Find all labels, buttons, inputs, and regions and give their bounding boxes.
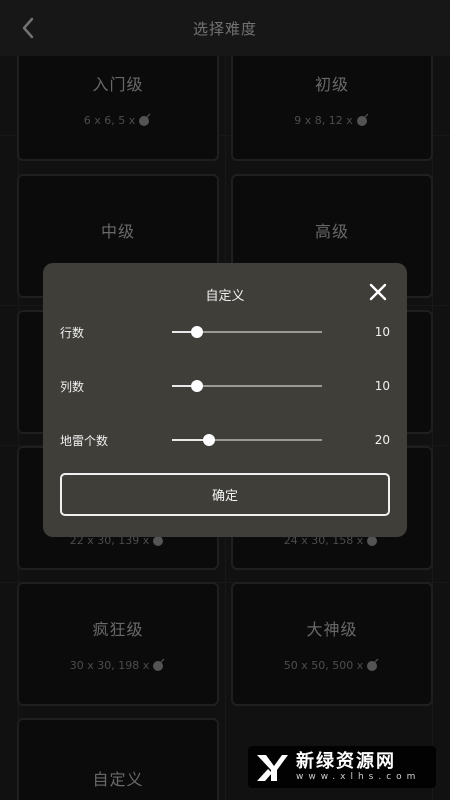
close-icon	[369, 283, 387, 301]
custom-dialog: 自定义 行数 10 列数 10 地雷个数 20 确定	[43, 263, 407, 537]
watermark-logo-icon	[257, 755, 288, 781]
mines-slider[interactable]	[172, 428, 322, 452]
rows-value: 10	[374, 325, 390, 339]
mines-value: 20	[374, 433, 390, 447]
columns-slider[interactable]	[172, 374, 322, 398]
rows-label: 行数	[60, 325, 85, 340]
close-button[interactable]	[367, 281, 389, 303]
watermark: 新绿资源网 www.xlhs.com	[248, 746, 436, 788]
columns-value: 10	[374, 379, 390, 393]
columns-label: 列数	[60, 379, 85, 394]
confirm-button[interactable]: 确定	[60, 473, 390, 516]
rows-setting: 行数 10	[60, 320, 390, 344]
columns-setting: 列数 10	[60, 374, 390, 398]
mines-label: 地雷个数	[60, 433, 109, 448]
dialog-title: 自定义	[205, 289, 245, 304]
watermark-subtext: www.xlhs.com	[296, 771, 421, 782]
mines-setting: 地雷个数 20	[60, 428, 390, 452]
slider-thumb[interactable]	[190, 326, 203, 338]
watermark-text: 新绿资源网	[296, 750, 396, 772]
slider-thumb[interactable]	[190, 380, 203, 392]
slider-thumb[interactable]	[203, 434, 216, 446]
rows-slider[interactable]	[172, 320, 322, 344]
